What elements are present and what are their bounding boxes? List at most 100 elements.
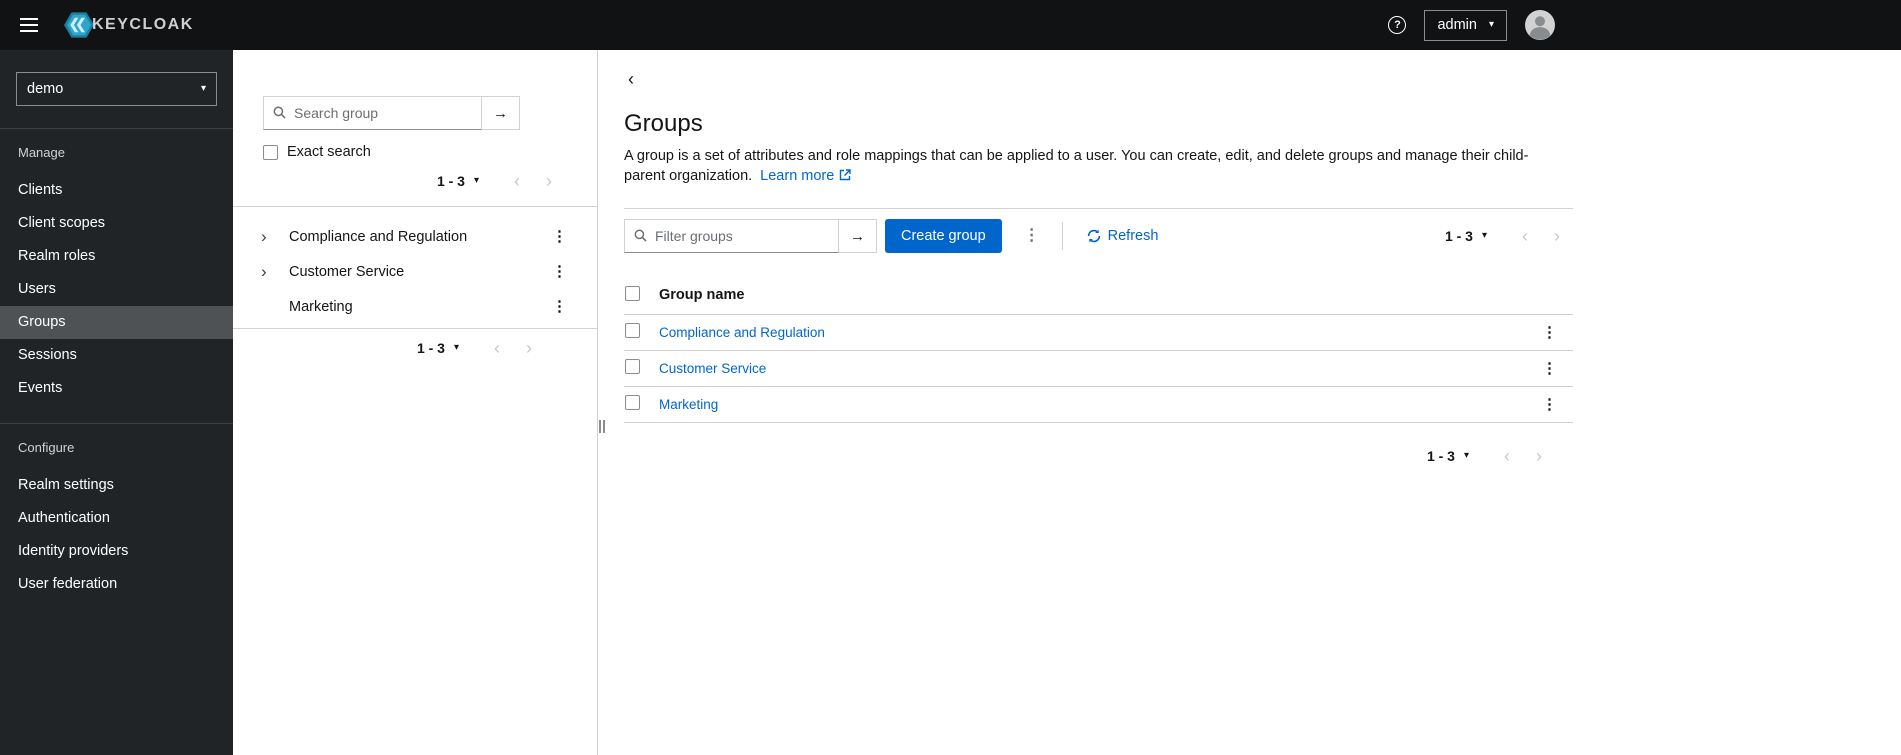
groups-tree: › Compliance and Regulation ⋮ › Customer…	[233, 207, 597, 324]
group-link[interactable]: Customer Service	[659, 361, 766, 376]
tree-item[interactable]: › Customer Service ⋮	[233, 254, 597, 289]
learn-more-link[interactable]: Learn more	[760, 168, 852, 184]
previous-page-button[interactable]: ‹	[501, 172, 533, 190]
table-row: Customer Service ⋮	[624, 350, 1573, 387]
create-group-button[interactable]: Create group	[885, 219, 1002, 253]
previous-page-button[interactable]: ‹	[1509, 227, 1541, 245]
filter-submit-button[interactable]: →	[839, 219, 877, 253]
tree-item[interactable]: Marketing ⋮	[233, 289, 597, 324]
sidebar-item-sessions[interactable]: Sessions	[0, 339, 233, 372]
kebab-menu-button[interactable]: ⋮	[548, 229, 571, 244]
table-header-row: Group name	[624, 277, 1573, 315]
pagination-range: 1 - 3	[1444, 228, 1473, 244]
sidebar-item-events[interactable]: Events	[0, 372, 233, 405]
sidebar-nav: demo ▾ Manage Clients Client scopes Real…	[0, 50, 233, 755]
main-content: ‹ Groups A group is a set of attributes …	[608, 50, 1573, 755]
brand-text: KEYCLOAK	[92, 16, 194, 33]
sidebar-item-client-scopes[interactable]: Client scopes	[0, 207, 233, 240]
sidebar-section-manage: Manage	[18, 145, 65, 160]
row-checkbox[interactable]	[625, 323, 640, 338]
caret-down-icon[interactable]: ▾	[454, 343, 459, 353]
groups-toolbar: → Create group ⋮ Refresh 1 - 3 ▾ ‹ ›	[624, 209, 1573, 263]
filter-groups-input[interactable]	[624, 219, 839, 253]
column-header-group-name: Group name	[658, 277, 1527, 315]
sidebar-item-realm-settings[interactable]: Realm settings	[0, 469, 233, 502]
tree-pagination-bottom: 1 - 3 ▾ ‹ ›	[233, 339, 597, 357]
keycloak-logo[interactable]: KEYCLOAK	[64, 10, 194, 40]
sidebar-item-authentication[interactable]: Authentication	[0, 502, 233, 535]
caret-down-icon[interactable]: ▾	[1482, 231, 1487, 241]
realm-selector[interactable]: demo ▾	[16, 72, 217, 106]
caret-down-icon[interactable]: ▾	[1464, 450, 1469, 461]
row-checkbox[interactable]	[625, 359, 640, 374]
pagination-range: 1 - 3	[436, 173, 465, 189]
tree-item-label[interactable]: Customer Service	[289, 264, 404, 280]
next-page-button[interactable]: ›	[533, 172, 565, 190]
arrow-right-icon: →	[850, 227, 865, 245]
collapse-panel-button[interactable]: ‹	[624, 70, 638, 88]
pagination-range: 1 - 3	[416, 340, 445, 356]
table-row: Compliance and Regulation ⋮	[624, 314, 1573, 351]
avatar-button[interactable]	[1525, 10, 1555, 40]
row-checkbox[interactable]	[625, 395, 640, 410]
previous-page-button[interactable]: ‹	[481, 339, 513, 357]
select-all-checkbox[interactable]	[625, 285, 640, 301]
arrow-right-icon: →	[493, 104, 508, 122]
next-page-button[interactable]: ›	[1541, 227, 1573, 245]
tree-divider	[233, 328, 597, 329]
exact-search-checkbox[interactable]	[263, 144, 278, 160]
sidebar-item-identity-providers[interactable]: Identity providers	[0, 535, 233, 568]
caret-down-icon[interactable]: ▾	[474, 176, 479, 186]
sidebar-section-configure: Configure	[18, 440, 75, 455]
exact-search-option: Exact search	[263, 144, 567, 160]
group-link[interactable]: Compliance and Regulation	[659, 325, 825, 340]
user-menu-dropdown[interactable]: admin ▾	[1424, 9, 1507, 41]
tree-item-label[interactable]: Compliance and Regulation	[289, 229, 467, 245]
caret-down-icon: ▾	[200, 83, 206, 94]
tree-search-input[interactable]	[263, 96, 482, 130]
refresh-button[interactable]: Refresh	[1087, 228, 1158, 244]
masthead: KEYCLOAK ? admin ▾	[0, 0, 1901, 50]
next-page-button[interactable]: ›	[1523, 447, 1555, 465]
table-row: Marketing ⋮	[624, 386, 1573, 423]
sidebar-item-users[interactable]: Users	[0, 273, 233, 306]
user-menu-label: admin	[1437, 17, 1477, 33]
tree-item-label[interactable]: Marketing	[289, 299, 353, 315]
keycloak-logo-icon	[64, 10, 94, 40]
sidebar-item-groups[interactable]: Groups	[0, 306, 233, 339]
table-pagination-top: 1 - 3 ▾ ‹ ›	[1445, 227, 1573, 245]
kebab-menu-button[interactable]: ⋮	[1538, 325, 1561, 340]
expand-chevron-icon[interactable]: ›	[261, 227, 285, 247]
sidebar-item-realm-roles[interactable]: Realm roles	[0, 240, 233, 273]
splitter-grip-icon[interactable]	[599, 420, 605, 433]
next-page-button[interactable]: ›	[513, 339, 545, 357]
panel-splitter[interactable]	[598, 50, 608, 755]
exact-search-label: Exact search	[287, 144, 371, 160]
kebab-menu-button[interactable]: ⋮	[548, 299, 571, 314]
hamburger-menu-button[interactable]	[16, 12, 42, 38]
kebab-menu-button[interactable]: ⋮	[1538, 361, 1561, 376]
realm-selector-value: demo	[27, 81, 64, 97]
group-link[interactable]: Marketing	[659, 397, 718, 412]
refresh-icon	[1087, 229, 1100, 243]
groups-table: Group name Compliance and Regulation ⋮ C…	[624, 277, 1573, 423]
toolbar-divider	[1061, 222, 1063, 250]
external-link-icon	[840, 169, 852, 181]
caret-down-icon: ▾	[1488, 19, 1494, 30]
sidebar-item-clients[interactable]: Clients	[0, 174, 233, 207]
previous-page-button[interactable]: ‹	[1491, 447, 1523, 465]
question-circle-icon: ?	[1388, 16, 1407, 34]
groups-tree-panel: → Exact search 1 - 3 ▾ ‹ › › Compliance …	[233, 50, 598, 755]
tree-item[interactable]: › Compliance and Regulation ⋮	[233, 219, 597, 254]
help-button[interactable]: ?	[1388, 16, 1407, 34]
sidebar-item-user-federation[interactable]: User federation	[0, 568, 233, 601]
table-pagination-bottom: 1 - 3 ▾ ‹ ›	[624, 447, 1573, 465]
kebab-menu-button[interactable]: ⋮	[548, 264, 571, 279]
kebab-menu-button[interactable]: ⋮	[1538, 397, 1561, 412]
pagination-range: 1 - 3	[1426, 447, 1455, 464]
toolbar-kebab-menu-button[interactable]: ⋮	[1020, 228, 1044, 244]
avatar-icon	[1525, 10, 1555, 43]
page-title: Groups	[624, 110, 703, 137]
expand-chevron-icon[interactable]: ›	[261, 262, 285, 282]
tree-search-submit-button[interactable]: →	[482, 96, 520, 130]
